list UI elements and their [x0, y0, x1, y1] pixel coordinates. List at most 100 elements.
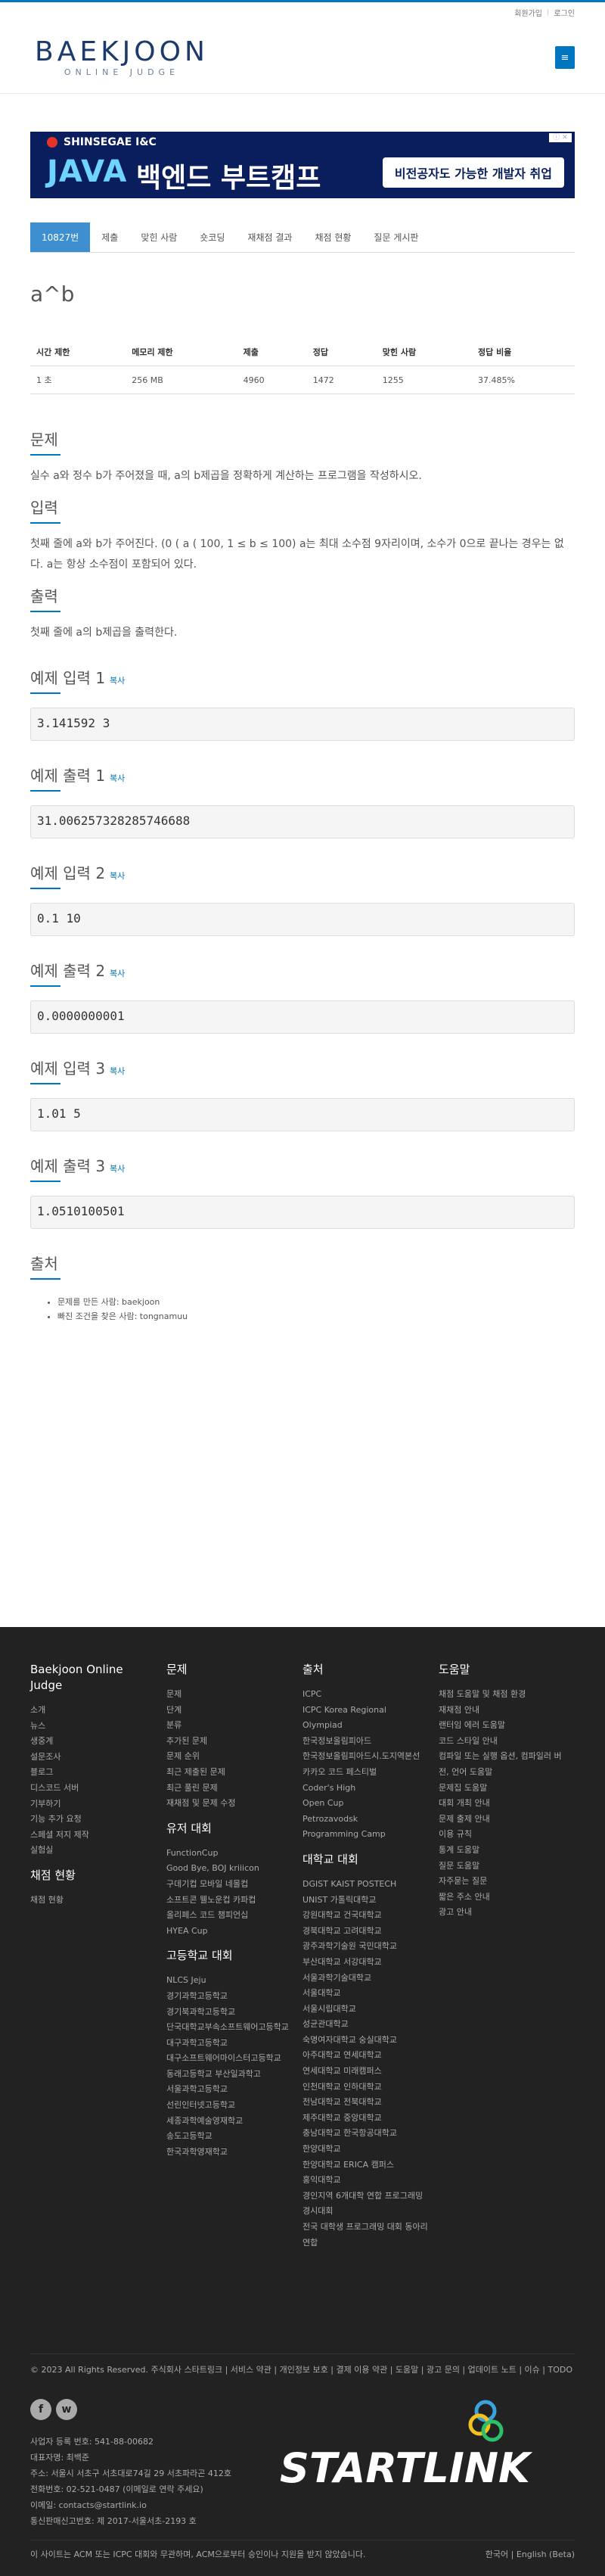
- tab-2[interactable]: 맞힌 사람: [129, 222, 188, 252]
- footer-link[interactable]: 문제집 도움말: [439, 1781, 566, 1797]
- footer-link[interactable]: Coder's High: [302, 1781, 430, 1797]
- footer-link[interactable]: 코드 스타일 안내: [439, 1734, 566, 1750]
- footer-link[interactable]: 뉴스: [30, 1719, 157, 1734]
- footer-link[interactable]: 문제 출제 안내: [439, 1812, 566, 1828]
- copy-button[interactable]: 복사: [110, 773, 125, 783]
- footer-link[interactable]: 세종과학예술영재학교: [166, 2114, 293, 2130]
- logo[interactable]: BAEKJOON ONLINE JUDGE: [35, 38, 209, 77]
- footer-link[interactable]: 대회 개최 안내: [439, 1796, 566, 1812]
- footer-link[interactable]: 컴파일 또는 실행 옵션, 컴파일러 버전, 언어 도움말: [439, 1749, 566, 1780]
- footer-link[interactable]: 추가된 문제: [166, 1734, 293, 1750]
- footer-link[interactable]: ICPC: [302, 1687, 430, 1703]
- ad-banner[interactable]: SHINSEGAE I&C JAVA 백엔드 부트캠프 비전공자도 가능한 개발…: [30, 132, 575, 198]
- footer-link[interactable]: 생중계: [30, 1734, 157, 1750]
- footer-link[interactable]: 동래고등학교 부산일과학고: [166, 2067, 293, 2083]
- footer-link[interactable]: 경기북과학고등학교: [166, 2005, 293, 2021]
- menu-button[interactable]: ≡: [555, 46, 575, 69]
- footer-link[interactable]: Open Cup: [302, 1796, 430, 1812]
- ad-close-icon[interactable]: ⓘ ✕: [549, 133, 572, 142]
- footer-link[interactable]: 부산대학교 서강대학교: [302, 1955, 430, 1971]
- login-link[interactable]: 로그인: [554, 7, 575, 18]
- footer-link[interactable]: 한국정보올림피아드: [302, 1734, 430, 1750]
- footer-link[interactable]: 한양대학교 ERICA 캠퍼스: [302, 2158, 430, 2173]
- footer-link[interactable]: 단계: [166, 1703, 293, 1719]
- footer-link[interactable]: 홍익대학교: [302, 2173, 430, 2189]
- footer-link[interactable]: 제주대학교 중앙대학교: [302, 2111, 430, 2126]
- footer-link[interactable]: 분류: [166, 1718, 293, 1734]
- footer-link[interactable]: 설문조사: [30, 1750, 157, 1766]
- footer-link[interactable]: 연세대학교 미래캠퍼스: [302, 2064, 430, 2080]
- footer-link[interactable]: 실험실: [30, 1843, 157, 1859]
- tab-1[interactable]: 제출: [90, 222, 129, 252]
- tab-4[interactable]: 재채점 결과: [236, 222, 303, 252]
- copy-button[interactable]: 복사: [110, 676, 125, 686]
- footer-link[interactable]: 광주과학기술원 국민대학교: [302, 1939, 430, 1955]
- footer-link[interactable]: 숙명여자대학교 숭실대학교: [302, 2033, 430, 2049]
- footer-link[interactable]: 전국 대학생 프로그래밍 대회 동아리 연합: [302, 2220, 430, 2251]
- wordpress-icon[interactable]: w: [56, 2399, 77, 2420]
- footer-link[interactable]: 대구소프트웨어마이스터고등학교: [166, 2051, 293, 2067]
- footer-link[interactable]: 경인지역 6개대학 연합 프로그래밍 경시대회: [302, 2189, 430, 2220]
- signup-link[interactable]: 회원가입: [514, 7, 542, 18]
- footer-link[interactable]: 소개: [30, 1703, 157, 1719]
- footer-link[interactable]: 대구과학고등학교: [166, 2036, 293, 2052]
- tab-3[interactable]: 숏코딩: [188, 222, 236, 252]
- footer-link[interactable]: Olympiad: [302, 1718, 430, 1734]
- copy-button[interactable]: 복사: [110, 969, 125, 978]
- footer-link[interactable]: Good Bye, BOJ kriiicon: [166, 1861, 293, 1877]
- footer-link[interactable]: 서울과학기술대학교: [302, 1971, 430, 1986]
- footer-link[interactable]: 서울대학교: [302, 1986, 430, 2002]
- language-switch[interactable]: 한국어 | English (Beta): [486, 2548, 575, 2560]
- footer-link[interactable]: 카카오 코드 페스티벌: [302, 1765, 430, 1781]
- footer-link[interactable]: 소프트콘 웰노운컵 카파컵: [166, 1893, 293, 1909]
- footer-link[interactable]: 질문 도움말: [439, 1859, 566, 1874]
- footer-link[interactable]: 통계 도움말: [439, 1843, 566, 1859]
- footer-link[interactable]: HYEA Cup: [166, 1924, 293, 1940]
- footer-link[interactable]: 한양대학교: [302, 2142, 430, 2158]
- footer-link[interactable]: 재채점 및 문제 수정: [166, 1796, 293, 1812]
- footer-link[interactable]: 이용 규칙: [439, 1827, 566, 1843]
- footer-link[interactable]: 재채점 안내: [439, 1703, 566, 1719]
- copy-button[interactable]: 복사: [110, 1066, 125, 1076]
- footer-link[interactable]: 인천대학교 인하대학교: [302, 2080, 430, 2095]
- copy-button[interactable]: 복사: [110, 1164, 125, 1174]
- copy-button[interactable]: 복사: [110, 871, 125, 881]
- footer-link[interactable]: 한국과학영재학교: [166, 2145, 293, 2161]
- footer-link[interactable]: Programming Camp: [302, 1827, 430, 1843]
- tab-6[interactable]: 질문 게시판: [362, 222, 430, 252]
- footer-link[interactable]: 경기과학고등학교: [166, 1989, 293, 2005]
- footer-link[interactable]: 선린인터넷고등학교: [166, 2098, 293, 2114]
- footer-link[interactable]: 자주묻는 질문: [439, 1874, 566, 1890]
- footer-link[interactable]: 경북대학교 고려대학교: [302, 1924, 430, 1940]
- footer-link[interactable]: 송도고등학교: [166, 2129, 293, 2145]
- footer-link[interactable]: 블로그: [30, 1765, 157, 1781]
- footer-link[interactable]: 서울시립대학교: [302, 2002, 430, 2018]
- footer-link[interactable]: 문제 순위: [166, 1749, 293, 1765]
- footer-link[interactable]: 구데기컵 모바일 네몰컵: [166, 1877, 293, 1893]
- tab-5[interactable]: 채점 현황: [303, 222, 362, 252]
- footer-link[interactable]: 문제: [166, 1687, 293, 1703]
- footer-link[interactable]: 채점 도움말 및 채점 환경: [439, 1687, 566, 1703]
- footer-link[interactable]: NLCS Jeju: [166, 1973, 293, 1989]
- footer-link[interactable]: 랜터임 에러 도움말: [439, 1718, 566, 1734]
- footer-link[interactable]: FunctionCup: [166, 1846, 293, 1862]
- footer-link[interactable]: 채점 현황: [30, 1893, 157, 1909]
- footer-link[interactable]: 단국대학교부속소프트웨어고등학교: [166, 2020, 293, 2036]
- footer-link[interactable]: 성균관대학교: [302, 2017, 430, 2033]
- footer-link[interactable]: 서울과학고등학교: [166, 2082, 293, 2098]
- footer-link[interactable]: 아주대학교 연세대학교: [302, 2048, 430, 2064]
- footer-link[interactable]: 짧은 주소 안내: [439, 1890, 566, 1906]
- footer-link[interactable]: 기능 추가 요청: [30, 1812, 157, 1828]
- footer-link[interactable]: 한국정보올림피아드시.도지역본선: [302, 1749, 430, 1765]
- footer-link[interactable]: 최근 제출된 문제: [166, 1765, 293, 1781]
- footer-link[interactable]: 올리페스 코드 챔피언십: [166, 1908, 293, 1924]
- footer-link[interactable]: 강원대학교 건국대학교: [302, 1908, 430, 1924]
- footer-link[interactable]: 디스코드 서버: [30, 1781, 157, 1797]
- footer-link[interactable]: DGIST KAIST POSTECH: [302, 1877, 430, 1893]
- facebook-icon[interactable]: f: [30, 2399, 51, 2420]
- footer-link[interactable]: 스페셜 저지 제작: [30, 1828, 157, 1843]
- footer-link[interactable]: ICPC Korea Regional: [302, 1703, 430, 1719]
- footer-link[interactable]: 최근 풀린 문제: [166, 1781, 293, 1797]
- footer-link[interactable]: UNIST 가톨릭대학교: [302, 1893, 430, 1909]
- footer-link[interactable]: 충남대학교 한국항공대학교: [302, 2126, 430, 2142]
